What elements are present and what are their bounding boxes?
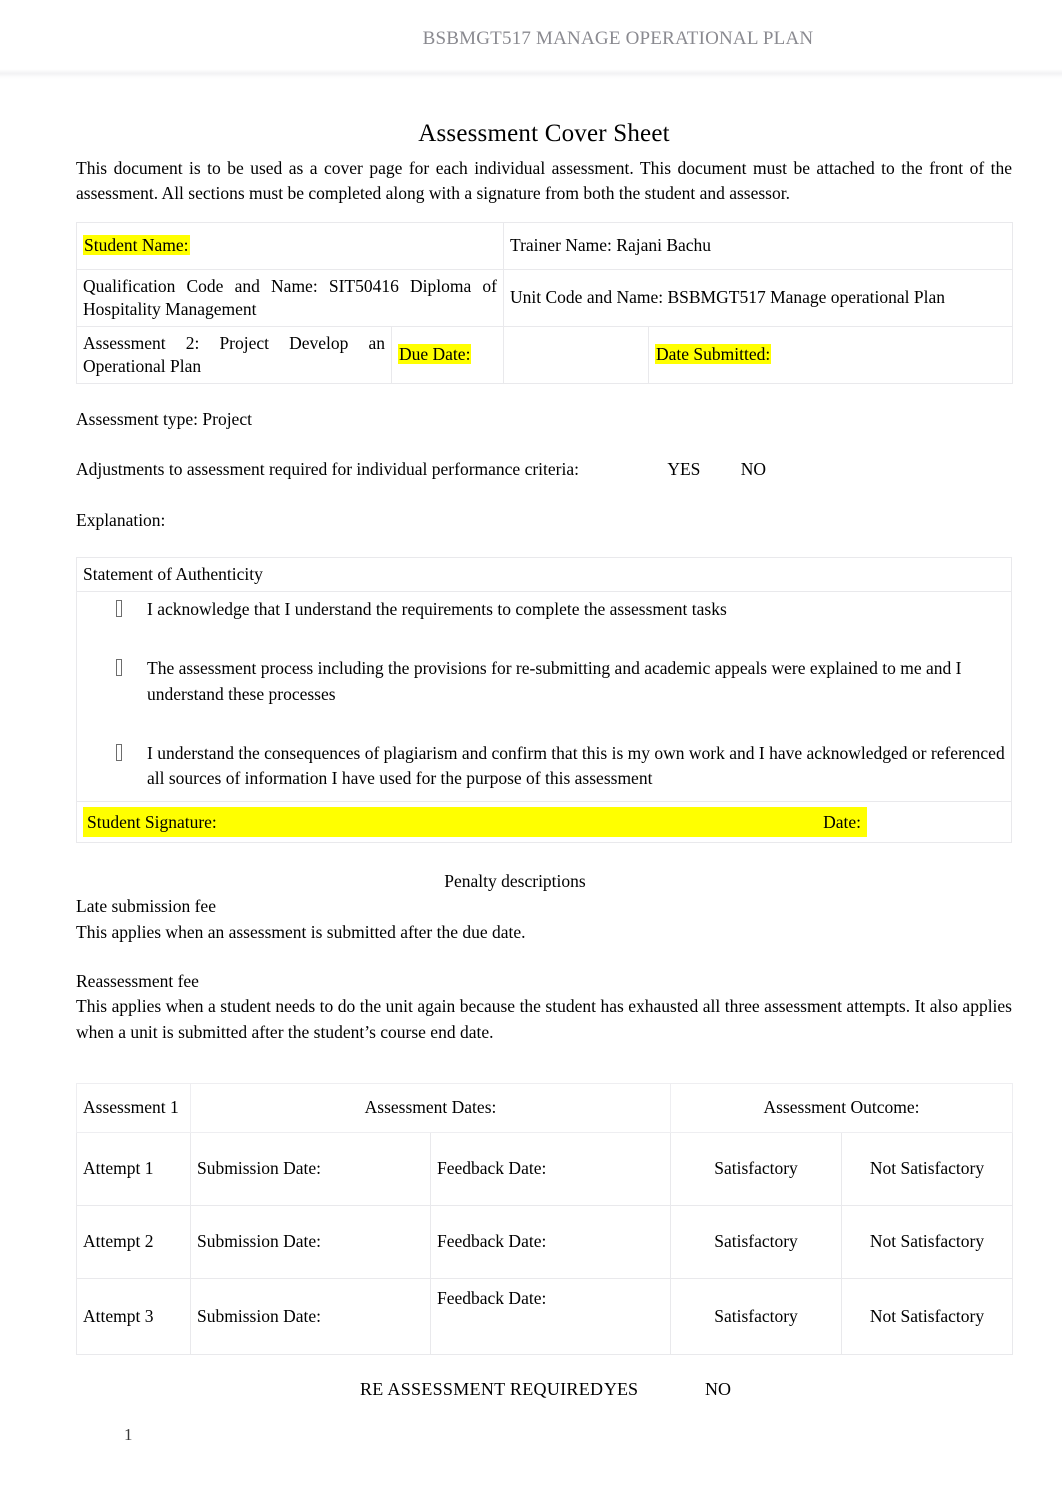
adjustments-no-option[interactable]: NO xyxy=(741,459,766,479)
feedback-date-cell[interactable]: Feedback Date: xyxy=(429,1205,672,1280)
penalty-heading: Penalty descriptions xyxy=(444,870,586,891)
penalty-spacer xyxy=(76,945,1012,969)
outcome-satisfactory[interactable]: Satisfactory xyxy=(670,1205,843,1280)
student-name-cell[interactable]: Student Name: xyxy=(75,221,505,270)
penalty-descriptions-block: Penalty descriptions Late submission fee… xyxy=(76,869,1012,1045)
submission-date-cell[interactable]: Submission Date: xyxy=(190,1132,431,1207)
unit-cell: Unit Code and Name: BSBMGT517 Manage ope… xyxy=(503,268,1014,327)
trainer-name-label: Trainer Name: Rajani Bachu xyxy=(510,235,712,256)
table-row: Statement of Authenticity xyxy=(76,556,1012,592)
trainer-name-cell: Trainer Name: Rajani Bachu xyxy=(503,221,1014,270)
running-header-title: BSBMGT517 MANAGE OPERATIONAL PLAN xyxy=(422,28,814,49)
feedback-date-cell[interactable]: Feedback Date: xyxy=(429,1132,672,1207)
table-row: I acknowledge that I understand the requ… xyxy=(76,590,1012,802)
assessment-cell: Assessment 2: Project Develop an Operati… xyxy=(76,325,392,385)
unit-label: Unit Code and Name: BSBMGT517 Manage ope… xyxy=(510,287,946,308)
qualification-cell: Qualification Code and Name: SIT50416 Di… xyxy=(75,268,505,327)
reassessment-required-row: RE ASSESSMENT REQUIRED YES NO xyxy=(76,1379,1012,1407)
attempt-label: Attempt 2 xyxy=(76,1205,191,1280)
checkbox-icon[interactable] xyxy=(116,599,122,617)
adjustments-label: Adjustments to assessment required for i… xyxy=(76,459,579,480)
adjustments-yesno: YES NO xyxy=(667,456,766,482)
page-number: 1 xyxy=(124,1425,133,1444)
submission-date-cell[interactable]: Submission Date: xyxy=(190,1278,431,1356)
student-name-label: Student Name: xyxy=(83,235,190,256)
due-date-value-cell[interactable] xyxy=(503,325,650,385)
list-item: I acknowledge that I understand the requ… xyxy=(83,597,1005,622)
outcome-not-satisfactory[interactable]: Not Satisfactory xyxy=(841,1278,1014,1356)
document-body: Assessment Cover Sheet This document is … xyxy=(75,120,1014,1407)
assessment-attempts-table: Assessment 1 Assessment Dates: Assessmen… xyxy=(76,1083,1014,1356)
attempt-label: Attempt 3 xyxy=(76,1278,191,1356)
table-row: Qualification Code and Name: SIT50416 Di… xyxy=(75,268,1014,327)
authenticity-heading: Statement of Authenticity xyxy=(83,563,263,584)
table-row: Assessment 2: Project Develop an Operati… xyxy=(76,325,1014,385)
feedback-date-cell[interactable]: Feedback Date: xyxy=(429,1278,672,1356)
student-signature-label: Student Signature: xyxy=(87,811,217,832)
intro-paragraph: This document is to be used as a cover p… xyxy=(76,158,1012,203)
authenticity-heading-cell: Statement of Authenticity xyxy=(76,556,1012,592)
list-item-label: The assessment process including the pro… xyxy=(147,658,962,704)
header-assessment-dates: Assessment Dates: xyxy=(189,1083,672,1134)
reassessment-no-option[interactable]: NO xyxy=(705,1379,731,1400)
qualification-label: Qualification Code and Name: SIT50416 Di… xyxy=(83,275,498,319)
outcome-not-satisfactory[interactable]: Not Satisfactory xyxy=(841,1132,1014,1207)
due-date-label: Due Date: xyxy=(398,344,472,365)
page-title: Assessment Cover Sheet xyxy=(418,120,670,147)
date-submitted-cell[interactable]: Date Submitted: xyxy=(648,325,1014,385)
checkbox-icon[interactable] xyxy=(116,659,122,677)
signature-date-label: Date: xyxy=(823,811,861,832)
outcome-satisfactory[interactable]: Satisfactory xyxy=(670,1132,843,1207)
list-item-label: I understand the consequences of plagiar… xyxy=(147,743,1005,789)
header-assessment: Assessment 1 xyxy=(76,1083,191,1134)
reassessment-required-label: RE ASSESSMENT REQUIRED xyxy=(360,1379,604,1400)
list-item-label: I acknowledge that I understand the requ… xyxy=(147,598,727,619)
outcome-satisfactory[interactable]: Satisfactory xyxy=(670,1278,843,1356)
assessment-type-label: Assessment type: Project xyxy=(76,409,252,430)
due-date-label-cell: Due Date: xyxy=(390,325,505,385)
late-submission-title: Late submission fee xyxy=(76,896,216,917)
outcome-not-satisfactory[interactable]: Not Satisfactory xyxy=(841,1205,1014,1280)
authenticity-bullet-list: I acknowledge that I understand the requ… xyxy=(83,597,1005,792)
document-page: BSBMGT517 MANAGE OPERATIONAL PLAN Assess… xyxy=(0,0,1062,1506)
list-item: I understand the consequences of plagiar… xyxy=(83,741,1005,792)
reassessment-fee-text: This applies when a student needs to do … xyxy=(76,996,1012,1042)
table-row: Attempt 1 Submission Date: Feedback Date… xyxy=(76,1132,1014,1207)
checkbox-icon[interactable] xyxy=(116,744,122,762)
table-row: Attempt 2 Submission Date: Feedback Date… xyxy=(76,1205,1014,1280)
attempt-label: Attempt 1 xyxy=(76,1132,191,1207)
date-submitted-label: Date Submitted: xyxy=(655,344,772,365)
reassessment-fee-title: Reassessment fee xyxy=(76,970,199,991)
statement-of-authenticity-table: Statement of Authenticity I acknowledge … xyxy=(76,556,1012,843)
student-signature-bar[interactable]: Student Signature: Date: xyxy=(83,806,867,837)
late-submission-text: This applies when an assessment is submi… xyxy=(76,921,526,942)
explanation-label: Explanation: xyxy=(76,509,166,530)
table-header-row: Assessment 1 Assessment Dates: Assessmen… xyxy=(76,1083,1014,1134)
header-divider xyxy=(0,69,1062,79)
explanation-row: Explanation: xyxy=(76,507,1012,533)
table-row: Student Name: Trainer Name: Rajani Bachu xyxy=(75,221,1014,270)
table-row: Attempt 3 Submission Date: Feedback Date… xyxy=(76,1278,1014,1356)
adjustments-yes-option[interactable]: YES xyxy=(667,459,700,479)
header-assessment-outcome: Assessment Outcome: xyxy=(670,1083,1014,1134)
student-identity-table: Student Name: Trainer Name: Rajani Bachu… xyxy=(75,221,1014,385)
reassessment-yes-option[interactable]: YES xyxy=(604,1379,638,1400)
student-signature-cell[interactable]: Student Signature: Date: xyxy=(76,800,1012,843)
document-running-header: BSBMGT517 MANAGE OPERATIONAL PLAN xyxy=(0,28,1062,50)
assessment-label: Assessment 2: Project Develop an Operati… xyxy=(83,332,385,376)
authenticity-bullets-cell: I acknowledge that I understand the requ… xyxy=(76,590,1012,802)
adjustments-row: Adjustments to assessment required for i… xyxy=(76,456,1012,482)
assessment-type-row: Assessment type: Project xyxy=(76,406,1012,432)
submission-date-cell[interactable]: Submission Date: xyxy=(190,1205,431,1280)
assessment-details-block: Assessment type: Project Adjustments to … xyxy=(76,406,1012,533)
table-row: Student Signature: Date: xyxy=(76,800,1012,843)
list-item: The assessment process including the pro… xyxy=(83,656,1005,707)
